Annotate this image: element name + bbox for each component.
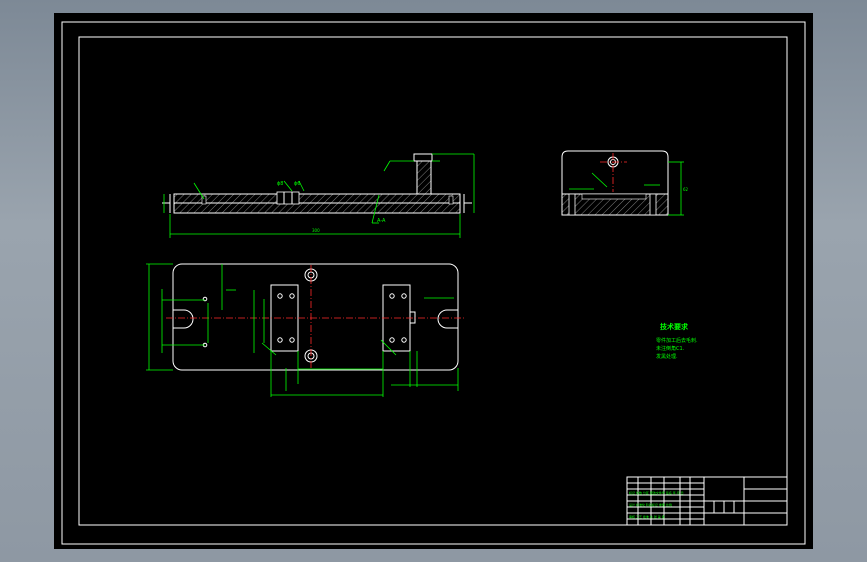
slot-pocket: [276, 191, 300, 205]
front-view: 300 A-A ϕ8 ϕ6: [162, 153, 475, 238]
title-block: 标记 处数 分区 更改文件号 签名 年.月.日 设计 标准化 阶段标记 重量 比…: [626, 476, 788, 526]
svg-text:ϕ6: ϕ6: [294, 181, 300, 187]
title-block-row2: 设计 标准化 阶段标记 重量 比例: [629, 502, 672, 507]
height-dim: 62: [683, 187, 689, 192]
holes: [202, 268, 407, 363]
section-mark: A-A: [377, 218, 386, 224]
tech-line-2: 未注倒角C1.: [656, 345, 685, 352]
drawing-frame: [78, 36, 788, 526]
upright-cap: [413, 153, 433, 162]
tech-title: 技术要求: [660, 322, 689, 331]
title-block-row1: 标记 处数 分区 更改文件号 签名 年.月.日: [629, 490, 684, 495]
right-u-slot: [437, 309, 458, 329]
upright-section: [416, 160, 432, 195]
overall-length-dim: 300: [312, 228, 320, 233]
title-block-row3: 审核 工艺 批准 共 张 第 张: [629, 514, 665, 519]
cad-drawing: 300 A-A ϕ8 ϕ6 62 技术要求 零件加工后去毛刺. 未注倒角C1. …: [61, 21, 806, 545]
drawing-viewport[interactable]: 300 A-A ϕ8 ϕ6 62 技术要求 零件加工后去毛刺. 未注倒角C1. …: [54, 13, 813, 549]
side-view: 62: [561, 150, 689, 216]
tech-line-3: 发黑处理.: [656, 353, 678, 360]
left-u-slot: [173, 309, 194, 329]
top-view: [146, 263, 464, 397]
tech-requirements: 技术要求 零件加工后去毛刺. 未注倒角C1. 发黑处理.: [656, 322, 698, 360]
svg-text:ϕ8: ϕ8: [277, 181, 283, 187]
tech-line-1: 零件加工后去毛刺.: [656, 337, 698, 344]
